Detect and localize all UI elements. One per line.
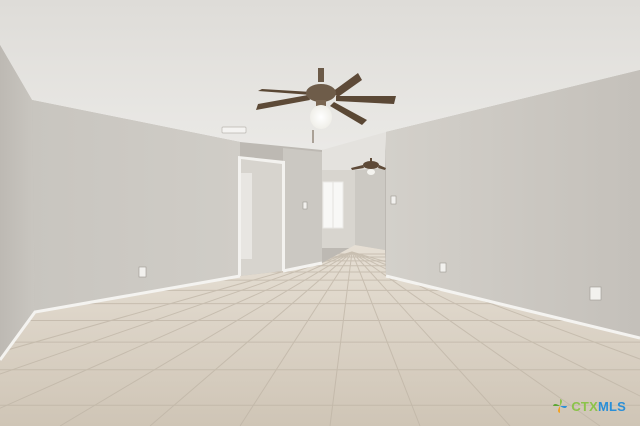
fan-motor bbox=[306, 84, 336, 102]
wall-outlet bbox=[138, 266, 147, 278]
wall-outlet bbox=[439, 262, 447, 273]
room-photo: CTX MLS bbox=[0, 0, 640, 426]
leaf-pinwheel-icon bbox=[553, 399, 568, 413]
watermark-brand-prefix: CTX bbox=[571, 398, 598, 414]
fan-light-globe bbox=[310, 105, 332, 129]
light-switch bbox=[302, 201, 308, 210]
far-room-side-wall bbox=[355, 168, 385, 250]
wall-outlet bbox=[589, 286, 602, 301]
back-wall-center bbox=[283, 148, 322, 271]
inner-door bbox=[241, 173, 252, 259]
air-vent bbox=[221, 126, 247, 134]
watermark: CTX MLS bbox=[552, 398, 626, 414]
watermark-brand-suffix: MLS bbox=[597, 398, 626, 414]
light-switch bbox=[390, 195, 397, 205]
room-illustration bbox=[0, 0, 640, 426]
